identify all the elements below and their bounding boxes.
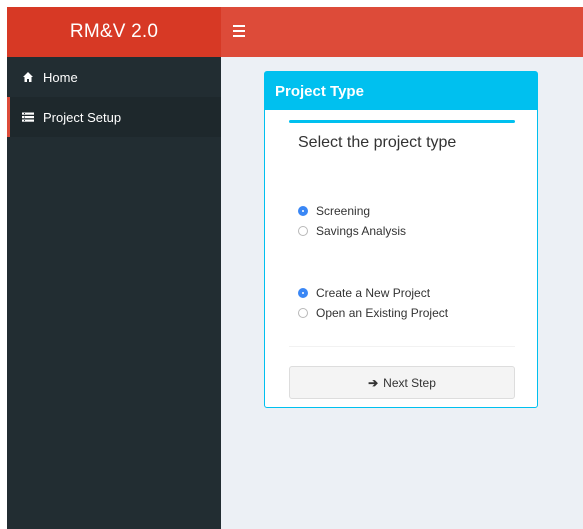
next-step-label: Next Step	[383, 375, 436, 390]
list-icon	[22, 111, 34, 123]
arrow-right-icon: ➔	[368, 375, 379, 390]
radio-savings-analysis[interactable]: Savings Analysis	[298, 224, 406, 238]
sidebar: Home Project Setup	[7, 57, 221, 529]
question-label: Select the project type	[298, 134, 457, 151]
app-brand[interactable]: RM&V 2.0	[7, 7, 221, 57]
sidebar-item-label: Project Setup	[43, 109, 122, 125]
radio-button[interactable]	[298, 226, 308, 236]
radio-create-new-project[interactable]: Create a New Project	[298, 286, 430, 300]
project-type-box: Project Type Select the project type Scr…	[264, 71, 538, 408]
radio-label: Create a New Project	[316, 286, 431, 300]
radio-label: Screening	[316, 204, 371, 218]
sidebar-item-project-setup[interactable]: Project Setup	[7, 97, 221, 137]
radio-button[interactable]	[298, 308, 308, 318]
next-step-button[interactable]: ➔ Next Step	[289, 366, 515, 399]
top-navbar	[221, 7, 583, 57]
radio-label: Open an Existing Project	[316, 306, 449, 320]
radio-label: Savings Analysis	[316, 224, 407, 238]
radio-screening[interactable]: Screening	[298, 204, 370, 218]
box-title: Project Type	[265, 72, 537, 110]
radio-open-existing-project[interactable]: Open an Existing Project	[298, 306, 448, 320]
top-strip	[0, 0, 583, 7]
sidebar-item-home[interactable]: Home	[7, 57, 221, 97]
sidebar-item-label: Home	[43, 69, 78, 85]
home-icon	[22, 71, 34, 83]
radio-button-checked[interactable]	[298, 206, 308, 216]
radio-button-checked[interactable]	[298, 288, 308, 298]
divider	[289, 346, 515, 347]
content-area: Project Type Select the project type Scr…	[221, 57, 583, 529]
hamburger-icon[interactable]	[233, 25, 245, 37]
tab-underline	[289, 120, 515, 123]
